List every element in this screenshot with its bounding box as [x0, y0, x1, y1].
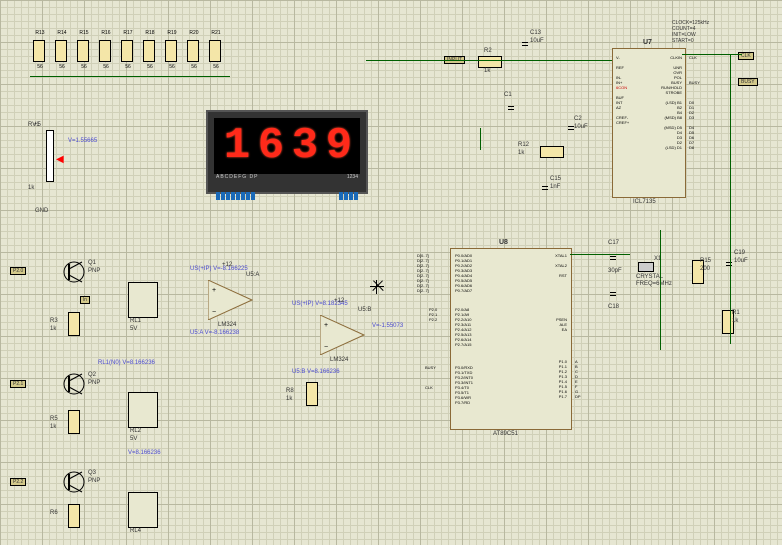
net-p21: P2.1: [10, 380, 26, 388]
resistor[interactable]: R1756: [118, 30, 138, 70]
adc-note: CLOCK=125kHz COUNT=4 INIT=LOW START=0: [672, 20, 709, 44]
svg-text:−: −: [324, 344, 328, 351]
resistor[interactable]: R2156: [206, 30, 226, 70]
resistor[interactable]: R1956: [162, 30, 182, 70]
net-p20: P2.0: [10, 267, 26, 275]
resistor-r6[interactable]: [68, 504, 80, 528]
ref: R13: [30, 30, 50, 36]
net-busy: BUSY: [738, 78, 758, 86]
digit-units: 9: [323, 123, 353, 169]
relay-rl2[interactable]: [128, 392, 158, 428]
adc-u7[interactable]: U7 ICL7135 V- REF IN- IN+ 6CON BUF INT A…: [612, 48, 686, 198]
digit-tens: 3: [289, 123, 319, 169]
mcu-u8[interactable]: U8 AT89C51 D[0..7] D[2..7] D[2..7] D[2..…: [450, 248, 572, 430]
svg-text:+: +: [212, 287, 216, 294]
cap-c1[interactable]: [508, 100, 514, 116]
schematic-canvas[interactable]: R13 56 R1456 R1556 R1656 R1756 R1856 R195…: [0, 0, 782, 545]
cap-c13[interactable]: [522, 36, 528, 52]
resistor-r5[interactable]: [68, 410, 80, 434]
resistor[interactable]: R1856: [140, 30, 160, 70]
transistor-q3[interactable]: Q3 PNP: [60, 468, 88, 498]
resistor[interactable]: R1556: [74, 30, 94, 70]
seg-labels: ABCDEFG DP: [216, 174, 259, 180]
cap-c19[interactable]: [726, 256, 732, 272]
resistor[interactable]: R1656: [96, 30, 116, 70]
resistor-r8[interactable]: [306, 382, 318, 406]
digit-thousands: 1: [221, 123, 251, 169]
value: 56: [30, 64, 50, 70]
relay-rl1[interactable]: [128, 282, 158, 318]
seven-segment-display[interactable]: 1 6 3 9 ABCDEFG DP 1234: [206, 110, 368, 194]
gnd-label: GND: [35, 208, 48, 214]
resistor[interactable]: R1456: [52, 30, 72, 70]
partname: AT89C51: [493, 431, 518, 437]
resistor-r2[interactable]: [478, 56, 502, 68]
pot-track: [46, 130, 54, 182]
resistor-bank: R13 56 R1456 R1556 R1656 R1756 R1856 R195…: [30, 30, 230, 76]
pot-wiper[interactable]: ◀: [56, 154, 64, 165]
cap-c17[interactable]: [610, 250, 616, 266]
resistor[interactable]: R13 56: [30, 30, 50, 70]
svg-text:+: +: [324, 322, 328, 329]
cap-c18[interactable]: [610, 286, 616, 302]
probe: U5:B V=8.166236: [292, 369, 340, 375]
probe: V=8.166236: [128, 450, 161, 456]
power-label: +5: [34, 122, 41, 128]
opamp-u5b[interactable]: +− U5:B LM324 US(+IP) V=8.182345 U5:B V=…: [320, 315, 370, 355]
svg-text:−: −: [212, 309, 216, 316]
resistor[interactable]: R2056: [184, 30, 204, 70]
opamp-u5a[interactable]: +− U5:A LM324 US(+IP) V=-8.166225 U5:A V…: [208, 280, 258, 320]
digit-hundreds: 6: [255, 123, 285, 169]
probe: V=1.55665: [68, 138, 97, 144]
placement-cursor-x: [368, 276, 388, 296]
display-glass: 1 6 3 9: [214, 118, 360, 174]
probe: RL1(N0) V=8.166236: [98, 360, 155, 366]
display-pins: [216, 192, 358, 200]
transistor-q2[interactable]: Q2 PNP: [60, 370, 88, 400]
potentiometer[interactable]: RV1 ◀ 1k V=1.55665: [28, 130, 68, 200]
cap-c15[interactable]: [542, 180, 548, 196]
num-labels: 1234: [347, 174, 358, 180]
placement-cursor: [370, 280, 384, 294]
probe: U5:A V=-8.166238: [190, 330, 239, 336]
net-p22: P2.2: [10, 478, 26, 486]
relay-rl4[interactable]: [128, 492, 158, 528]
probe: US(+IP) V=-8.166225: [190, 266, 248, 272]
probe: V=-1.55073: [372, 323, 403, 329]
resistor-r3[interactable]: [68, 312, 80, 336]
resistor-r12[interactable]: [540, 146, 564, 158]
net-input: ln: [80, 296, 90, 304]
crystal-x1[interactable]: [638, 262, 654, 272]
transistor-q1[interactable]: Q1 PNP: [60, 258, 88, 288]
